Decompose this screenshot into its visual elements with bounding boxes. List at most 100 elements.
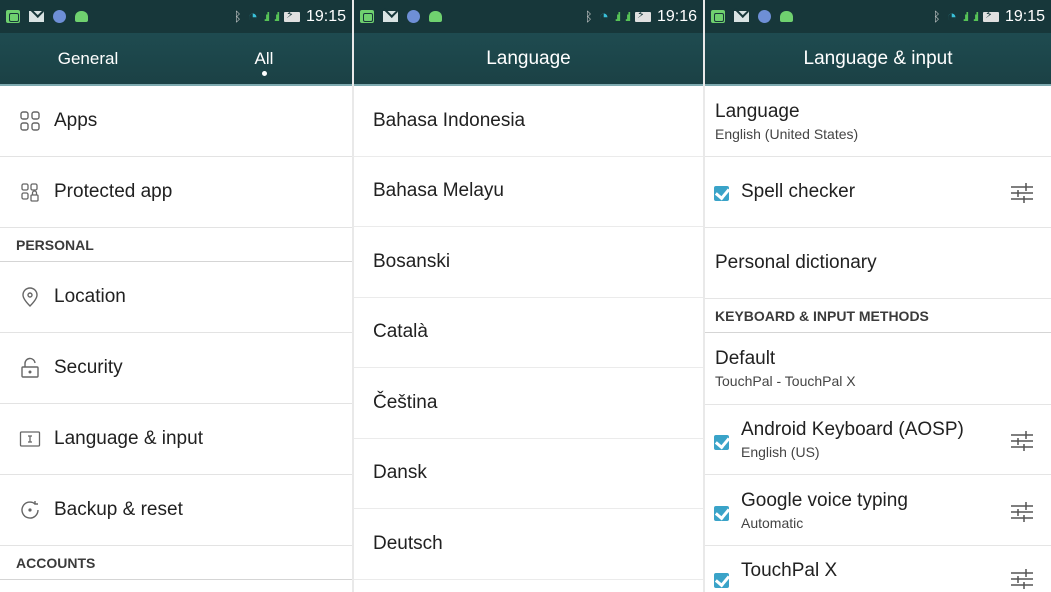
language-option[interactable]: Dansk	[354, 439, 703, 509]
setting-title: Default	[715, 348, 776, 369]
input-method-name: Google voice typing	[741, 489, 908, 511]
settings-item-label: Location	[54, 286, 126, 307]
gallery-notification-icon	[711, 10, 725, 23]
input-method-checkbox[interactable]	[714, 503, 734, 521]
setting-summary: TouchPal - TouchPal X	[715, 373, 856, 389]
section-header-accounts: ACCOUNTS	[0, 546, 352, 580]
signal-icon-2: .ıl	[972, 9, 979, 24]
bluetooth-icon: ᛒ	[584, 9, 593, 24]
android-notification-icon	[780, 11, 793, 22]
tab-all[interactable]: All	[176, 33, 352, 84]
input-method-touchpal[interactable]: TouchPal X	[705, 546, 1051, 592]
backup-icon	[18, 498, 42, 522]
language-option[interactable]: Deutsch	[354, 509, 703, 580]
usb-notification-icon	[53, 10, 66, 23]
settings-sliders-icon[interactable]	[1009, 180, 1035, 204]
tab-label: All	[254, 48, 274, 68]
section-header-personal: PERSONAL	[0, 228, 352, 262]
signal-icon-2: .ıl	[624, 9, 631, 24]
language-screen: ᛒ ◔ .ıl .ıl 19:16 Language Bahasa Indone…	[354, 0, 703, 592]
location-pin-icon	[18, 285, 42, 309]
android-notification-icon	[75, 11, 88, 22]
gallery-notification-icon	[6, 10, 20, 23]
setting-summary: English (United States)	[715, 125, 859, 142]
status-bar: ᛒ ◔ .ıl .ıl 19:15	[705, 0, 1051, 33]
settings-sliders-icon[interactable]	[1009, 499, 1035, 523]
setting-title: Personal dictionary	[715, 252, 877, 273]
action-bar: Language	[354, 33, 703, 86]
input-method-checkbox[interactable]	[714, 570, 734, 588]
mail-notification-icon	[383, 11, 398, 22]
apps-grid-icon	[18, 109, 42, 133]
input-method-name: Android Keyboard (AOSP)	[741, 419, 964, 440]
bluetooth-icon: ᛒ	[233, 9, 242, 24]
settings-item-label: Apps	[54, 110, 98, 131]
input-method-subtitle: English (US)	[741, 444, 820, 460]
usb-notification-icon	[758, 10, 771, 23]
language-option[interactable]: Čeština	[354, 368, 703, 439]
signal-icon: .ıl	[614, 9, 621, 24]
settings-item-backup-reset[interactable]: Backup & reset	[0, 475, 352, 546]
action-bar: General All	[0, 33, 352, 86]
input-method-name: TouchPal X	[741, 560, 838, 581]
language-option[interactable]: Bahasa Melayu	[354, 157, 703, 227]
settings-item-language-input[interactable]: Language & input	[0, 404, 352, 475]
clock: 19:16	[656, 7, 697, 25]
battery-charging-icon	[634, 8, 651, 22]
settings-item-label: Security	[54, 357, 123, 378]
lock-icon	[18, 356, 42, 380]
language-option[interactable]: Bosanski	[354, 227, 703, 298]
setting-title: Language	[715, 100, 800, 122]
android-notification-icon	[429, 11, 442, 22]
signal-icon-2: .ıl	[273, 9, 280, 24]
settings-sliders-icon[interactable]	[1009, 566, 1035, 590]
settings-item-label: Backup & reset	[54, 499, 183, 520]
action-bar: Language & input	[705, 33, 1051, 86]
input-method-subtitle: Automatic	[741, 514, 804, 531]
status-bar: ᛒ ◔ .ıl .ıl 19:16	[354, 0, 703, 33]
active-tab-indicator	[261, 71, 267, 76]
clock: 19:15	[1004, 7, 1045, 25]
text-input-icon	[18, 427, 42, 451]
language-setting[interactable]: Language English (United States)	[705, 86, 1051, 157]
signal-icon: .ıl	[962, 9, 969, 24]
tab-label: General	[57, 48, 119, 68]
settings-item-protected-app[interactable]: Protected app	[0, 157, 352, 228]
mail-notification-icon	[29, 11, 44, 22]
language-option[interactable]: Bahasa Indonesia	[354, 86, 703, 157]
section-header-keyboard: KEYBOARD & INPUT METHODS	[705, 299, 1051, 333]
settings-sliders-icon[interactable]	[1009, 428, 1035, 452]
wifi-icon: ◔	[598, 6, 609, 26]
signal-icon: .ıl	[263, 9, 270, 24]
settings-item-location[interactable]: Location	[0, 262, 352, 333]
personal-dictionary-setting[interactable]: Personal dictionary	[705, 228, 1051, 299]
input-method-android-keyboard[interactable]: Android Keyboard (AOSP) English (US)	[705, 405, 1051, 475]
tab-general[interactable]: General	[0, 33, 176, 84]
page-title: Language	[486, 47, 571, 69]
wifi-icon: ◔	[247, 6, 258, 26]
settings-item-label: Language & input	[54, 428, 203, 449]
language-input-screen: ᛒ ◔ .ıl .ıl 19:15 Language & input Langu…	[705, 0, 1051, 592]
settings-item-security[interactable]: Security	[0, 333, 352, 404]
mail-notification-icon	[734, 11, 749, 22]
input-method-checkbox[interactable]	[714, 432, 734, 450]
battery-charging-icon	[283, 8, 300, 22]
page-title: Language & input	[803, 47, 953, 69]
default-input-method[interactable]: Default TouchPal - TouchPal X	[705, 333, 1051, 405]
setting-title: Spell checker	[741, 181, 856, 202]
settings-item-apps[interactable]: Apps	[0, 86, 352, 157]
spell-checker-checkbox[interactable]	[714, 183, 734, 201]
spell-checker-setting[interactable]: Spell checker	[705, 157, 1051, 228]
status-bar: ᛒ ◔ .ıl .ıl 19:15	[0, 0, 352, 33]
usb-notification-icon	[407, 10, 420, 23]
battery-charging-icon	[982, 8, 999, 22]
clock: 19:15	[305, 7, 346, 25]
language-option[interactable]: Català	[354, 298, 703, 368]
gallery-notification-icon	[360, 10, 374, 23]
bluetooth-icon: ᛒ	[932, 9, 941, 24]
settings-screen: ᛒ ◔ .ıl .ıl 19:15 General All Apps Prote…	[0, 0, 352, 592]
settings-item-label: Protected app	[54, 181, 173, 202]
input-method-google-voice[interactable]: Google voice typing Automatic	[705, 475, 1051, 546]
protected-app-icon	[18, 180, 42, 204]
wifi-icon: ◔	[946, 6, 957, 26]
